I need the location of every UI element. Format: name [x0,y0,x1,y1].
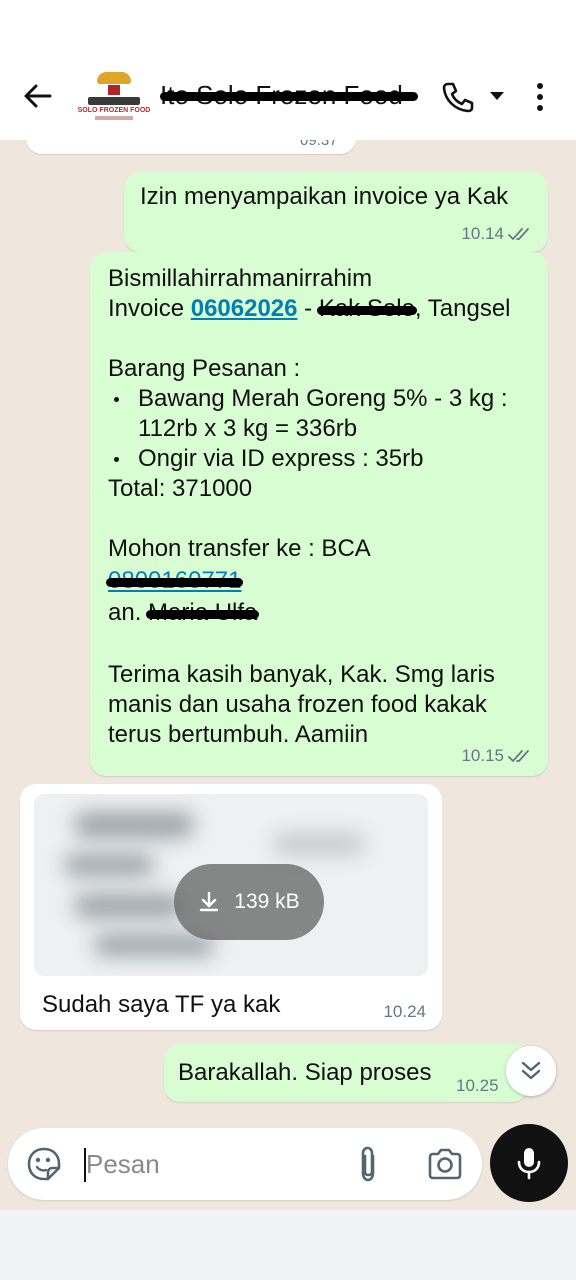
order-item-calc: 112rb x 3 kg = 336rb [138,415,358,442]
paperclip-icon [361,1146,375,1182]
message-time: 10.14 [461,224,534,244]
chat-area[interactable]: 09.37 Izin menyampaikan invoice ya Kak 1… [0,140,576,1125]
download-icon [200,891,219,912]
incoming-image-message[interactable]: 139 kB Sudah saya TF ya kak 10.24 [20,784,442,1030]
order-total: Total: 371000 [108,475,253,502]
closing-line: Terima kasih banyak, Kak. Smg laris [108,661,495,688]
chevron-down-icon [490,92,504,100]
chat-header: SOLO FROZEN FOOD Ito Solo Frozen Food [0,0,576,140]
more-vert-icon [537,83,543,111]
double-check-icon [508,228,529,241]
invoice-line: Invoice 06062026 - Kak Solo, Tangsel [108,294,511,324]
more-options-button[interactable] [528,80,552,114]
order-item: Ongir via ID express : 35rb [108,444,423,474]
sticker-icon [27,1147,61,1181]
emoji-sticker-button[interactable] [26,1146,62,1182]
blurred-image-preview[interactable]: 139 kB [34,794,428,976]
bullet [114,397,119,402]
invoice-message[interactable]: Bismillahirrahmanirrahim Invoice 0606202… [90,252,548,776]
double-chevron-down-icon [521,1061,541,1080]
image-caption: Sudah saya TF ya kak [42,991,281,1018]
account-name-line: an. Maria Ulfa [108,598,260,628]
order-item: Bawang Merah Goreng 5% - 3 kg : [108,384,508,414]
bullet [114,457,119,462]
message-input[interactable] [86,1142,336,1186]
message-time: 10.15 [461,746,534,766]
message-text: Barakallah. Siap proses [178,1059,432,1086]
contact-name[interactable]: Ito Solo Frozen Food [160,80,418,110]
customer-name-redacted: Kak Solo [316,294,417,324]
outgoing-message[interactable]: Izin menyampaikan invoice ya Kak 10.14 [124,172,548,252]
back-arrow-icon [24,84,52,108]
message-composer [8,1128,482,1200]
voice-call-button[interactable] [440,80,476,114]
phone-icon [442,82,474,113]
previous-message-time: 09.37 [300,140,338,149]
camera-button[interactable] [426,1146,464,1182]
back-button[interactable] [20,78,56,114]
call-options-dropdown[interactable] [486,86,508,106]
avatar[interactable]: SOLO FROZEN FOOD [78,70,150,122]
order-heading: Barang Pesanan : [108,355,301,382]
avatar-logo-text: SOLO FROZEN FOOD [77,107,151,114]
message-time: 10.25 [456,1076,499,1095]
greeting-line: Bismillahirrahmanirrahim [108,265,373,292]
account-name-redacted: Maria Ulfa [146,598,260,628]
camera-icon [428,1148,462,1180]
double-check-icon [508,750,529,763]
account-number-redacted[interactable]: 0800160771 [106,566,244,596]
outgoing-message[interactable]: Barakallah. Siap proses 10.25 [164,1044,528,1102]
system-navigation-area [0,1210,576,1280]
voice-message-button[interactable] [490,1124,568,1202]
message-text: Izin menyampaikan invoice ya Kak [140,183,509,210]
message-time: 10.24 [383,1002,426,1021]
transfer-line: Mohon transfer ke : BCA [108,535,371,562]
scroll-to-bottom-button[interactable] [506,1046,556,1096]
invoice-number-link[interactable]: 06062026 [191,295,298,322]
file-size: 139 kB [234,890,300,913]
redaction-bar [160,92,418,101]
download-button[interactable]: 139 kB [174,864,324,940]
mic-icon [517,1148,541,1180]
attach-button[interactable] [352,1144,384,1184]
closing-line: terus bertumbuh. Aamiin [108,721,369,748]
closing-line: manis dan usaha frozen food kakak [108,691,487,718]
